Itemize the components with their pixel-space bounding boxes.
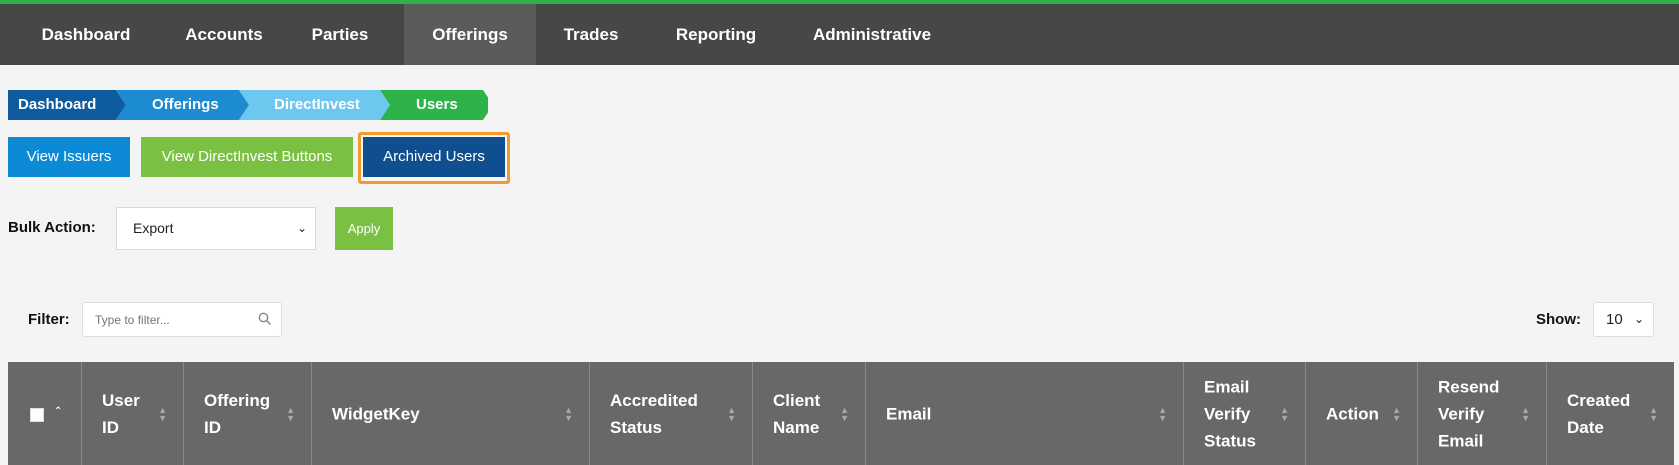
breadcrumb-users[interactable]: Users bbox=[416, 90, 458, 120]
column-user-id[interactable]: User ID ▲ ▼ bbox=[82, 362, 184, 465]
page-size-select[interactable]: 10 ⌄ bbox=[1593, 302, 1654, 337]
sort-icon: ▲ ▼ bbox=[727, 404, 736, 423]
nav-parties[interactable]: Parties bbox=[276, 4, 404, 65]
view-directinvest-buttons-button[interactable]: View DirectInvest Buttons bbox=[141, 137, 353, 177]
breadcrumb-dashboard[interactable]: Dashboard bbox=[18, 90, 96, 120]
sort-icon: ▲ ▼ bbox=[1521, 404, 1530, 423]
bulk-action-label: Bulk Action: bbox=[8, 219, 96, 236]
breadcrumb-directinvest[interactable]: DirectInvest bbox=[274, 90, 360, 120]
view-issuers-button[interactable]: View Issuers bbox=[8, 137, 130, 177]
column-accredited-status[interactable]: Accredited Status ▲ ▼ bbox=[590, 362, 753, 465]
column-email-verify-status-label: Email Verify Status bbox=[1204, 377, 1256, 450]
chevron-down-icon: ⌄ bbox=[1633, 312, 1644, 326]
select-all-checkbox[interactable] bbox=[30, 408, 44, 422]
sort-icon: ▲ ▼ bbox=[1649, 404, 1658, 423]
column-client-name[interactable]: Client Name ▲ ▼ bbox=[753, 362, 866, 465]
column-accredited-status-label: Accredited Status bbox=[610, 390, 698, 437]
nav-administrative[interactable]: Administrative bbox=[786, 4, 958, 65]
column-created-date[interactable]: Created Date ▲ ▼ bbox=[1547, 362, 1674, 465]
sort-icon: ▲ ▼ bbox=[1280, 404, 1289, 423]
bulk-action-select[interactable]: Export ⌄ bbox=[116, 207, 316, 250]
column-email[interactable]: Email ▲ ▼ bbox=[866, 362, 1184, 465]
column-offering-id-label: Offering ID bbox=[204, 390, 271, 437]
column-resend-verify-email-label: Resend Verify Email bbox=[1438, 377, 1500, 450]
column-widgetkey[interactable]: WidgetKey ▲ ▼ bbox=[312, 362, 590, 465]
apply-button[interactable]: Apply bbox=[335, 207, 393, 250]
search-icon bbox=[258, 312, 272, 326]
sort-asc-icon[interactable]: ⌃ bbox=[54, 406, 62, 417]
sort-icon: ▲ ▼ bbox=[1158, 404, 1167, 423]
nav-reporting[interactable]: Reporting bbox=[646, 4, 786, 65]
top-nav: Dashboard Accounts Parties Offerings Tra… bbox=[0, 0, 1679, 65]
column-client-name-label: Client Name bbox=[773, 390, 821, 437]
column-created-date-label: Created Date bbox=[1567, 390, 1631, 437]
breadcrumb-directinvest-label: DirectInvest bbox=[274, 96, 360, 113]
table-header: ⌃ User ID ▲ ▼ Offering ID ▲ ▼ WidgetKey ▲ ▼… bbox=[8, 362, 1674, 465]
column-user-id-label: User ID bbox=[102, 390, 140, 437]
column-offering-id[interactable]: Offering ID ▲ ▼ bbox=[184, 362, 312, 465]
breadcrumb-offerings[interactable]: Offerings bbox=[152, 90, 219, 120]
breadcrumb-offerings-label: Offerings bbox=[152, 96, 219, 113]
nav-accounts[interactable]: Accounts bbox=[172, 4, 276, 65]
breadcrumb-dashboard-label: Dashboard bbox=[18, 96, 97, 113]
nav-offerings[interactable]: Offerings bbox=[404, 4, 536, 65]
show-label: Show: bbox=[1536, 311, 1581, 328]
select-all-column: ⌃ bbox=[8, 362, 82, 465]
nav-dashboard[interactable]: Dashboard bbox=[0, 4, 172, 65]
column-email-verify-status[interactable]: Email Verify Status ▲ ▼ bbox=[1184, 362, 1306, 465]
sort-icon: ▲ ▼ bbox=[564, 404, 573, 423]
bulk-action-selected: Export bbox=[133, 220, 174, 236]
sort-icon: ▲ ▼ bbox=[158, 404, 167, 423]
sort-icon: ▲ ▼ bbox=[840, 404, 849, 423]
nav-trades[interactable]: Trades bbox=[536, 4, 646, 65]
archived-users-button[interactable]: Archived Users bbox=[363, 137, 505, 177]
chevron-down-icon: ⌄ bbox=[296, 221, 307, 235]
filter-input[interactable] bbox=[82, 302, 282, 337]
column-resend-verify-email[interactable]: Resend Verify Email ▲ ▼ bbox=[1418, 362, 1547, 465]
column-email-label: Email bbox=[886, 404, 932, 423]
page-size-value: 10 bbox=[1606, 311, 1623, 328]
column-action-label: Action bbox=[1326, 404, 1379, 423]
column-widgetkey-label: WidgetKey bbox=[332, 404, 420, 423]
column-action[interactable]: Action ▲ ▼ bbox=[1306, 362, 1418, 465]
breadcrumb-users-label: Users bbox=[416, 96, 458, 113]
sort-icon: ▲ ▼ bbox=[286, 404, 295, 423]
filter-label: Filter: bbox=[28, 311, 70, 328]
sort-icon: ▲ ▼ bbox=[1392, 404, 1401, 423]
